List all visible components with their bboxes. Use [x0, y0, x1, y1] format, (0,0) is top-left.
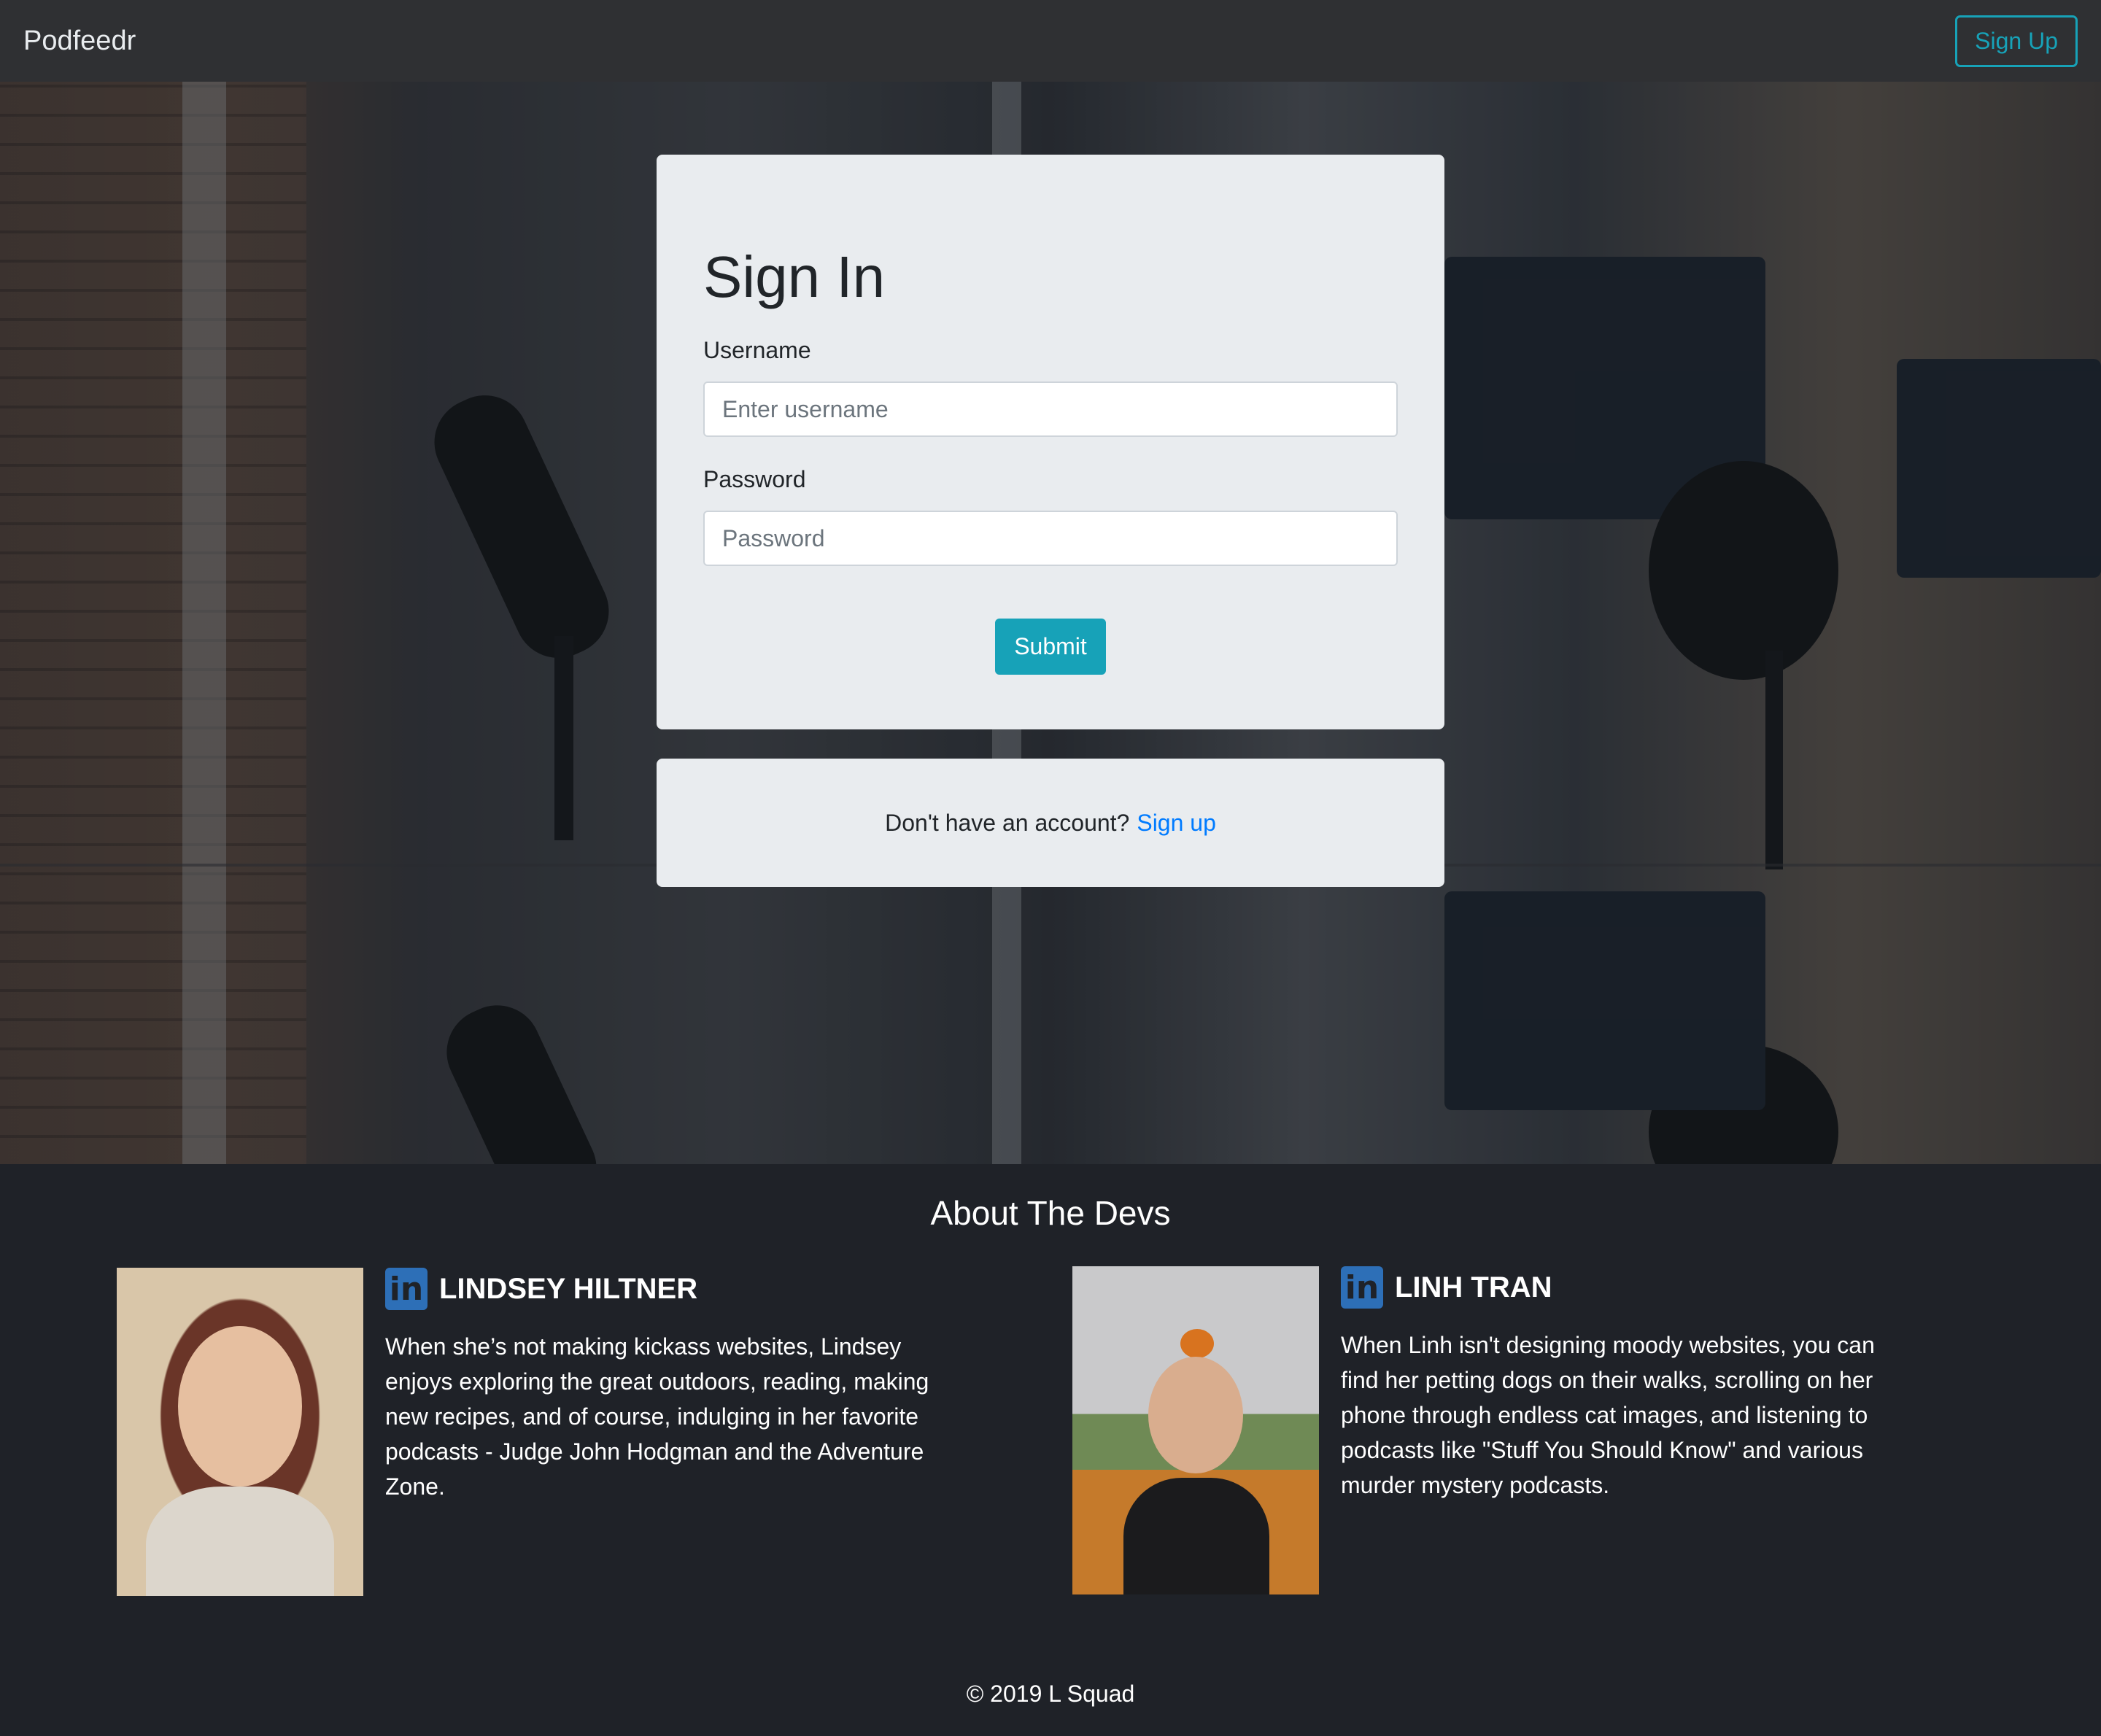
signup-prompt-card: Don't have an account? Sign up — [657, 759, 1444, 887]
navbar-signup-button[interactable]: Sign Up — [1955, 15, 2078, 67]
signup-prompt-text: Don't have an account? — [885, 809, 1130, 836]
face — [178, 1326, 302, 1487]
shirt — [146, 1487, 334, 1596]
linkedin-icon[interactable]: in — [385, 1268, 427, 1310]
signin-card: Sign In Username Password Submit — [657, 155, 1444, 729]
dev-name: LINDSEY HILTNER — [439, 1272, 698, 1305]
dev-photo-linh — [1072, 1266, 1319, 1594]
password-input[interactable] — [703, 511, 1398, 566]
dev-info-lindsey: in LINDSEY HILTNER When she’s not making… — [385, 1268, 954, 1504]
username-label: Username — [703, 337, 811, 363]
about-section: About The Devs in LINDSEY HILTNER When s… — [0, 1164, 2101, 1736]
jacket — [1123, 1478, 1269, 1594]
signin-title: Sign In — [703, 244, 886, 309]
dev-name-row: in LINDSEY HILTNER — [385, 1268, 954, 1310]
navbar: Podfeedr Sign Up — [0, 0, 2101, 82]
dev-info-linh: in LINH TRAN When Linh isn't designing m… — [1341, 1266, 1910, 1503]
dev-name-row: in LINH TRAN — [1341, 1266, 1910, 1309]
pumpkin — [1180, 1329, 1214, 1358]
submit-button[interactable]: Submit — [995, 619, 1106, 675]
dev-photo-lindsey — [117, 1268, 363, 1596]
signup-link[interactable]: Sign up — [1137, 810, 1216, 837]
password-label: Password — [703, 466, 806, 492]
linkedin-icon[interactable]: in — [1341, 1266, 1383, 1309]
footer-copyright: © 2019 L Squad — [966, 1681, 1135, 1707]
dev-name: LINH TRAN — [1395, 1271, 1552, 1303]
username-input[interactable] — [703, 381, 1398, 437]
brand-logo[interactable]: Podfeedr — [23, 26, 136, 57]
about-title: About The Devs — [930, 1194, 1171, 1232]
face — [1148, 1357, 1243, 1473]
submit-wrap: Submit — [703, 619, 1398, 675]
dev-bio: When she’s not making kickass websites, … — [385, 1333, 929, 1500]
dev-bio: When Linh isn't designing moody websites… — [1341, 1332, 1875, 1498]
